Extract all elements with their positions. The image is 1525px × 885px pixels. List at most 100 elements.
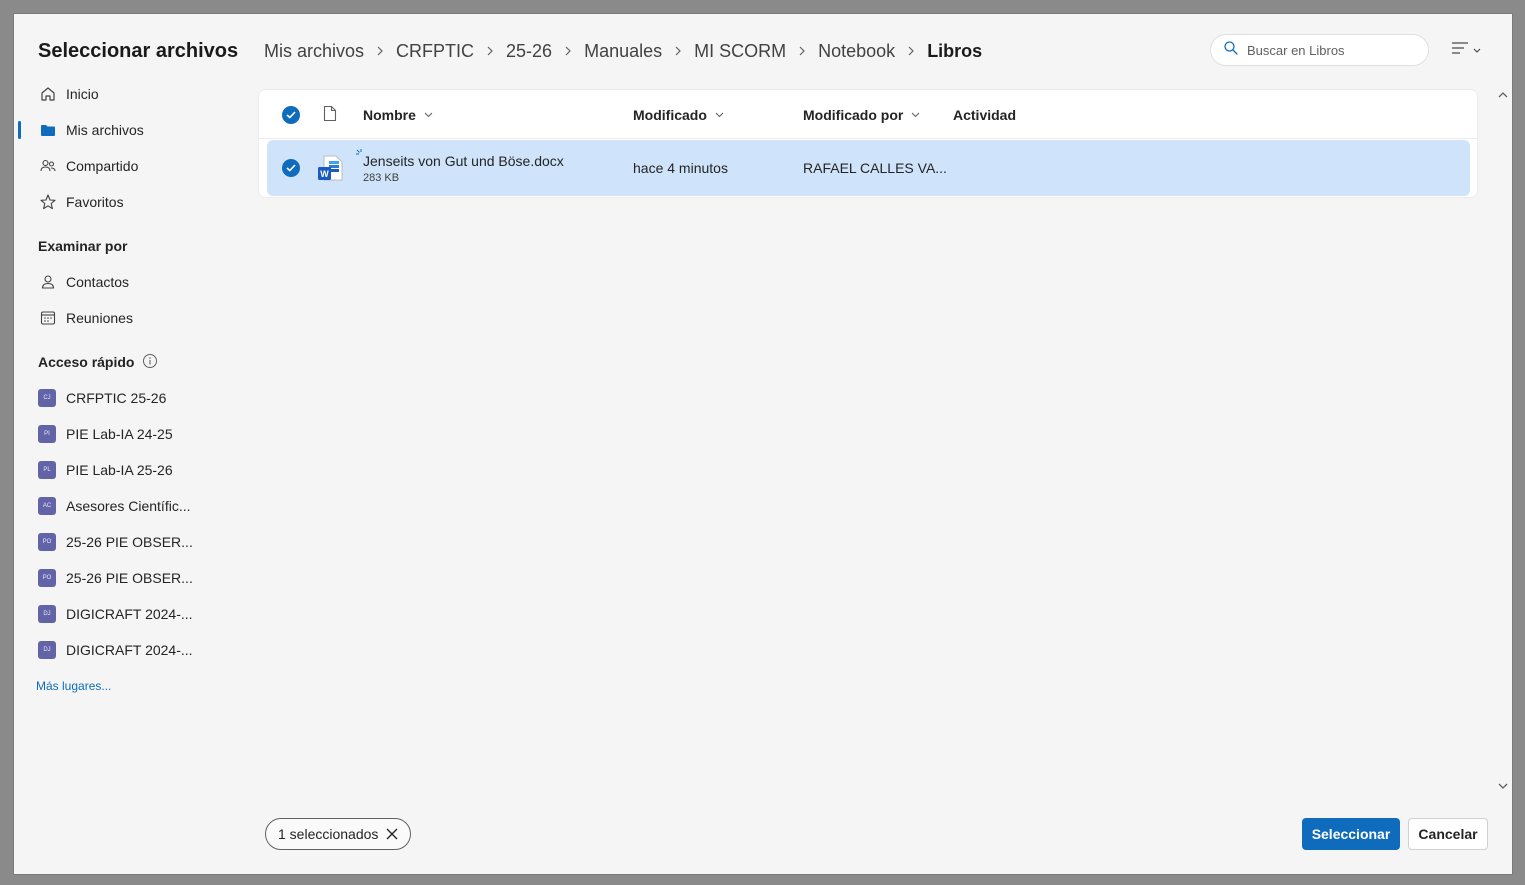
team-badge-icon: DJ bbox=[38, 605, 56, 623]
table-row[interactable]: W Jenseits von Gut und Böse.docx 283 KB … bbox=[267, 140, 1470, 196]
people-icon bbox=[38, 156, 58, 176]
breadcrumb-current: Libros bbox=[927, 40, 983, 61]
checkmark-icon bbox=[282, 105, 300, 124]
list-view-icon bbox=[1451, 41, 1469, 60]
chevron-down-icon bbox=[715, 112, 724, 118]
quick-access-item[interactable]: DJ DIGICRAFT 2024-... bbox=[14, 596, 244, 632]
select-all-checkbox[interactable] bbox=[282, 90, 300, 139]
quick-access-item[interactable]: PL PIE Lab-IA 25-26 bbox=[14, 452, 244, 488]
home-icon bbox=[38, 84, 58, 104]
quick-access-item[interactable]: AC Asesores Científic... bbox=[14, 488, 244, 524]
sidebar-item-label: Reuniones bbox=[66, 310, 133, 326]
file-picker-dialog: Seleccionar archivos Inicio Mis archivos… bbox=[14, 14, 1512, 874]
sidebar-item-compartido[interactable]: Compartido bbox=[14, 148, 244, 184]
file-list: Nombre Modificado Modificado por Activid… bbox=[258, 89, 1478, 198]
file-size: 283 KB bbox=[363, 171, 400, 184]
selected-count-label: 1 seleccionados bbox=[278, 826, 379, 842]
modified-by-cell: RAFAEL CALLES VA... bbox=[803, 160, 947, 176]
column-header-label: Modificado bbox=[633, 106, 707, 123]
quick-access-label: PIE Lab-IA 25-26 bbox=[66, 462, 173, 478]
breadcrumb-item[interactable]: CRFPTIC bbox=[396, 41, 474, 62]
team-badge-icon: PO bbox=[38, 533, 56, 551]
chevron-right-icon bbox=[907, 45, 915, 57]
sidebar-item-label: Inicio bbox=[66, 86, 99, 102]
dialog-title: Seleccionar archivos bbox=[38, 40, 239, 62]
quick-access-label: PIE Lab-IA 24-25 bbox=[66, 426, 173, 442]
view-options-button[interactable] bbox=[1446, 38, 1486, 62]
sidebar-item-contactos[interactable]: Contactos bbox=[14, 264, 244, 300]
person-icon bbox=[38, 272, 58, 292]
scroll-down-button[interactable] bbox=[1497, 780, 1509, 792]
file-name[interactable]: Jenseits von Gut und Böse.docx bbox=[363, 153, 564, 169]
star-icon bbox=[38, 192, 58, 212]
team-badge-icon: DJ bbox=[38, 641, 56, 659]
browse-section-title: Examinar por bbox=[38, 238, 128, 254]
quick-access-label: DIGICRAFT 2024-... bbox=[66, 606, 193, 622]
column-header-nombre[interactable]: Nombre bbox=[363, 90, 433, 139]
word-file-icon: W bbox=[317, 140, 345, 196]
sidebar-item-reuniones[interactable]: Reuniones bbox=[14, 300, 244, 336]
chevron-right-icon bbox=[564, 45, 572, 57]
column-header-modificado-por[interactable]: Modificado por bbox=[803, 90, 920, 139]
column-header-modificado[interactable]: Modificado bbox=[633, 90, 724, 139]
search-input[interactable] bbox=[1247, 42, 1407, 58]
quick-access-label: Acceso rápido bbox=[38, 354, 135, 370]
breadcrumb-item[interactable]: MI SCORM bbox=[694, 41, 786, 62]
sidebar: Inicio Mis archivos Compartido Favoritos… bbox=[14, 76, 244, 696]
scroll-up-button[interactable] bbox=[1497, 88, 1509, 100]
document-icon bbox=[323, 105, 337, 125]
chevron-right-icon bbox=[486, 45, 494, 57]
team-badge-icon: CJ bbox=[38, 389, 56, 407]
svg-text:W: W bbox=[320, 169, 329, 179]
team-badge-icon: PL bbox=[38, 461, 56, 479]
search-icon bbox=[1223, 40, 1239, 61]
file-type-header[interactable] bbox=[323, 90, 337, 139]
sidebar-item-inicio[interactable]: Inicio bbox=[14, 76, 244, 112]
quick-access-item[interactable]: PI PIE Lab-IA 24-25 bbox=[14, 416, 244, 452]
quick-access-label: 25-26 PIE OBSER... bbox=[66, 534, 193, 550]
sidebar-item-favoritos[interactable]: Favoritos bbox=[14, 184, 244, 220]
column-header-actividad: Actividad bbox=[953, 90, 1016, 139]
team-badge-icon: AC bbox=[38, 497, 56, 515]
sidebar-item-label: Compartido bbox=[66, 158, 139, 174]
modified-cell: hace 4 minutos bbox=[633, 160, 728, 176]
file-name-cell: Jenseits von Gut und Böse.docx 283 KB bbox=[363, 140, 564, 196]
breadcrumb-item[interactable]: Notebook bbox=[818, 41, 895, 62]
sidebar-item-mis-archivos[interactable]: Mis archivos bbox=[14, 112, 244, 148]
chevron-right-icon bbox=[674, 45, 682, 57]
breadcrumb: Mis archivos CRFPTIC 25-26 Manuales MI S… bbox=[264, 38, 982, 64]
cancel-button[interactable]: Cancelar bbox=[1408, 818, 1488, 850]
team-badge-icon: PI bbox=[38, 425, 56, 443]
chevron-down-icon bbox=[1473, 41, 1481, 59]
checkmark-icon bbox=[282, 159, 300, 177]
chevron-down-icon bbox=[424, 112, 433, 118]
more-places-link[interactable]: Más lugares... bbox=[14, 676, 244, 696]
quick-access-item[interactable]: CJ CRFPTIC 25-26 bbox=[14, 380, 244, 416]
folder-icon bbox=[38, 120, 58, 140]
row-checkbox[interactable] bbox=[282, 140, 300, 196]
breadcrumb-item[interactable]: Mis archivos bbox=[264, 41, 364, 62]
chevron-down-icon bbox=[911, 112, 920, 118]
sidebar-item-label: Contactos bbox=[66, 274, 130, 290]
sidebar-item-label: Mis archivos bbox=[66, 122, 144, 138]
quick-access-label: 25-26 PIE OBSER... bbox=[66, 570, 193, 586]
selected-count-pill[interactable]: 1 seleccionados bbox=[265, 818, 411, 850]
breadcrumb-item[interactable]: 25-26 bbox=[506, 41, 552, 62]
quick-access-item[interactable]: PO 25-26 PIE OBSER... bbox=[14, 524, 244, 560]
calendar-icon bbox=[38, 308, 58, 328]
close-icon[interactable] bbox=[386, 828, 398, 840]
sidebar-item-label: Favoritos bbox=[66, 194, 124, 210]
quick-access-item[interactable]: DJ DIGICRAFT 2024-... bbox=[14, 632, 244, 668]
breadcrumb-item[interactable]: Manuales bbox=[584, 41, 662, 62]
quick-access-label: CRFPTIC 25-26 bbox=[66, 390, 167, 406]
select-button[interactable]: Seleccionar bbox=[1302, 818, 1400, 850]
info-icon[interactable] bbox=[142, 353, 158, 372]
quick-access-label: DIGICRAFT 2024-... bbox=[66, 642, 193, 658]
column-header-label: Actividad bbox=[953, 106, 1017, 123]
quick-access-item[interactable]: PO 25-26 PIE OBSER... bbox=[14, 560, 244, 596]
team-badge-icon: PO bbox=[38, 569, 56, 587]
quick-access-label: Asesores Científic... bbox=[66, 498, 191, 514]
column-header-label: Modificado por bbox=[803, 106, 904, 123]
search-box[interactable] bbox=[1210, 34, 1429, 66]
column-header-label: Nombre bbox=[363, 106, 416, 123]
